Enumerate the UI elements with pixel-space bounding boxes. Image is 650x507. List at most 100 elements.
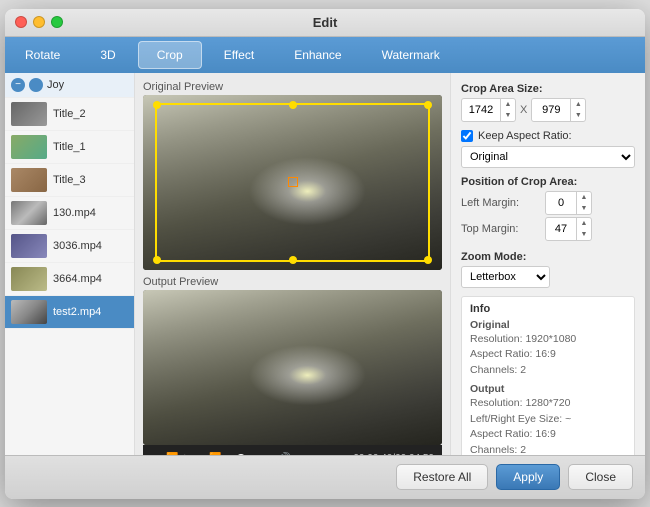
tab-rotate[interactable]: Rotate: [7, 42, 78, 68]
center-panel: Original Preview: [135, 73, 450, 455]
output-info-group: Output Resolution: 1280*720 Left/Right E…: [470, 383, 626, 455]
sidebar-item-130mp4[interactable]: 130.mp4: [5, 197, 134, 230]
output-preview-label: Output Preview: [143, 276, 442, 288]
sidebar-item-3036mp4[interactable]: 3036.mp4: [5, 230, 134, 263]
zoom-select[interactable]: Letterbox Pan & Scan Full: [461, 266, 550, 288]
original-preview-label: Original Preview: [143, 81, 442, 93]
left-margin-label: Left Margin:: [461, 197, 539, 209]
top-margin-decrement[interactable]: ▼: [577, 229, 591, 240]
top-margin-input-group: ▲ ▼: [545, 217, 592, 241]
crop-selection[interactable]: [155, 103, 430, 262]
height-increment[interactable]: ▲: [571, 99, 585, 110]
thumbnail: [11, 300, 47, 324]
maximize-window-button[interactable]: [51, 16, 63, 28]
window-title: Edit: [313, 15, 338, 30]
width-spinner: ▲ ▼: [500, 99, 515, 121]
crop-handle-tl[interactable]: [153, 101, 161, 109]
bottom-bar: Restore All Apply Close: [5, 455, 645, 499]
thumbnail: [11, 135, 47, 159]
crop-handle-tm[interactable]: [289, 101, 297, 109]
aspect-select[interactable]: Original 16:9 4:3 1:1: [461, 146, 635, 168]
collapse-icon: −: [11, 78, 25, 92]
tab-enhance[interactable]: Enhance: [276, 42, 359, 68]
left-margin-spinner: ▲ ▼: [576, 192, 591, 214]
sidebar-item-title3[interactable]: Title_3: [5, 164, 134, 197]
output-channels: Channels: 2: [470, 443, 626, 455]
output-aspect: Aspect Ratio: 16:9: [470, 427, 626, 443]
height-input-group: ▲ ▼: [531, 98, 586, 122]
top-margin-label: Top Margin:: [461, 223, 539, 235]
top-margin-row: Top Margin: ▲ ▼: [461, 217, 635, 241]
thumbnail: [11, 201, 47, 225]
sidebar-item-3664mp4[interactable]: 3664.mp4: [5, 263, 134, 296]
sidebar-item-joy[interactable]: − Joy: [5, 73, 134, 98]
height-input[interactable]: [532, 99, 570, 121]
thumbnail: [11, 267, 47, 291]
tab-watermark[interactable]: Watermark: [364, 42, 458, 68]
restore-all-button[interactable]: Restore All: [396, 464, 488, 490]
sidebar-item-label: 3036.mp4: [53, 240, 102, 252]
height-spinner: ▲ ▼: [570, 99, 585, 121]
tab-3d[interactable]: 3D: [82, 42, 133, 68]
output-resolution: Resolution: 1280*720: [470, 396, 626, 412]
top-margin-increment[interactable]: ▲: [577, 218, 591, 229]
sidebar-item-label: Title_1: [53, 141, 86, 153]
edit-window: Edit Rotate 3D Crop Effect Enhance Water…: [5, 9, 645, 499]
close-window-button[interactable]: [15, 16, 27, 28]
left-margin-decrement[interactable]: ▼: [577, 203, 591, 214]
minimize-window-button[interactable]: [33, 16, 45, 28]
crop-size-row: ▲ ▼ X ▲ ▼: [461, 98, 635, 122]
width-increment[interactable]: ▲: [501, 99, 515, 110]
width-decrement[interactable]: ▼: [501, 110, 515, 121]
sidebar-item-label: Joy: [47, 79, 64, 91]
sidebar-item-label: test2.mp4: [53, 306, 101, 318]
output-preview-box: [143, 290, 442, 445]
original-preview-section: Original Preview: [143, 81, 442, 270]
folder-icon: [29, 78, 43, 92]
sidebar: − Joy Title_2 Title_1 Title_3 130.mp4: [5, 73, 135, 455]
sidebar-item-title1[interactable]: Title_1: [5, 131, 134, 164]
height-decrement[interactable]: ▼: [571, 110, 585, 121]
info-section: Info Original Resolution: 1920*1080 Aspe…: [461, 296, 635, 455]
keep-aspect-row: Keep Aspect Ratio:: [461, 130, 635, 142]
width-input[interactable]: [462, 99, 500, 121]
crop-area-size-section: Crop Area Size: ▲ ▼ X ▲ ▼: [461, 83, 635, 122]
thumbnail: [11, 168, 47, 192]
top-margin-input[interactable]: [546, 218, 576, 240]
sidebar-item-test2mp4[interactable]: test2.mp4: [5, 296, 134, 329]
apply-button[interactable]: Apply: [496, 464, 560, 490]
keep-aspect-checkbox[interactable]: [461, 130, 473, 142]
playback-bar: ⏮ ⏪ ▶ ⏹ ⏩ 🔊 00:00:40/00:04:50: [143, 445, 442, 455]
left-margin-increment[interactable]: ▲: [577, 192, 591, 203]
window-controls: [15, 16, 63, 28]
tab-effect[interactable]: Effect: [206, 42, 272, 68]
original-preview-box: [143, 95, 442, 270]
original-channels: Channels: 2: [470, 363, 626, 379]
crop-handle-bl[interactable]: [153, 256, 161, 264]
crop-handle-br[interactable]: [424, 256, 432, 264]
left-margin-row: Left Margin: ▲ ▼: [461, 191, 635, 215]
top-margin-spinner: ▲ ▼: [576, 218, 591, 240]
position-label: Position of Crop Area:: [461, 176, 635, 188]
close-button[interactable]: Close: [568, 464, 633, 490]
info-title: Info: [470, 303, 626, 315]
x-separator: X: [520, 104, 527, 116]
toolbar: Rotate 3D Crop Effect Enhance Watermark: [5, 37, 645, 73]
title-bar: Edit: [5, 9, 645, 37]
tab-crop[interactable]: Crop: [138, 41, 202, 69]
output-preview-section: Output Preview ⏮ ⏪ ▶ ⏹ ⏩ 🔊: [143, 276, 442, 455]
sidebar-item-label: Title_2: [53, 108, 86, 120]
main-content: − Joy Title_2 Title_1 Title_3 130.mp4: [5, 73, 645, 455]
sidebar-item-title2[interactable]: Title_2: [5, 98, 134, 131]
output-sub: Output: [470, 383, 626, 395]
left-margin-input[interactable]: [546, 192, 576, 214]
sidebar-item-label: 3664.mp4: [53, 273, 102, 285]
crop-handle-bm[interactable]: [289, 256, 297, 264]
thumbnail: [11, 102, 47, 126]
width-input-group: ▲ ▼: [461, 98, 516, 122]
crop-handle-tr[interactable]: [424, 101, 432, 109]
original-aspect: Aspect Ratio: 16:9: [470, 347, 626, 363]
zoom-mode-section: Zoom Mode: Letterbox Pan & Scan Full: [461, 251, 635, 288]
output-video-overlay: [143, 290, 442, 445]
original-resolution: Resolution: 1920*1080: [470, 332, 626, 348]
